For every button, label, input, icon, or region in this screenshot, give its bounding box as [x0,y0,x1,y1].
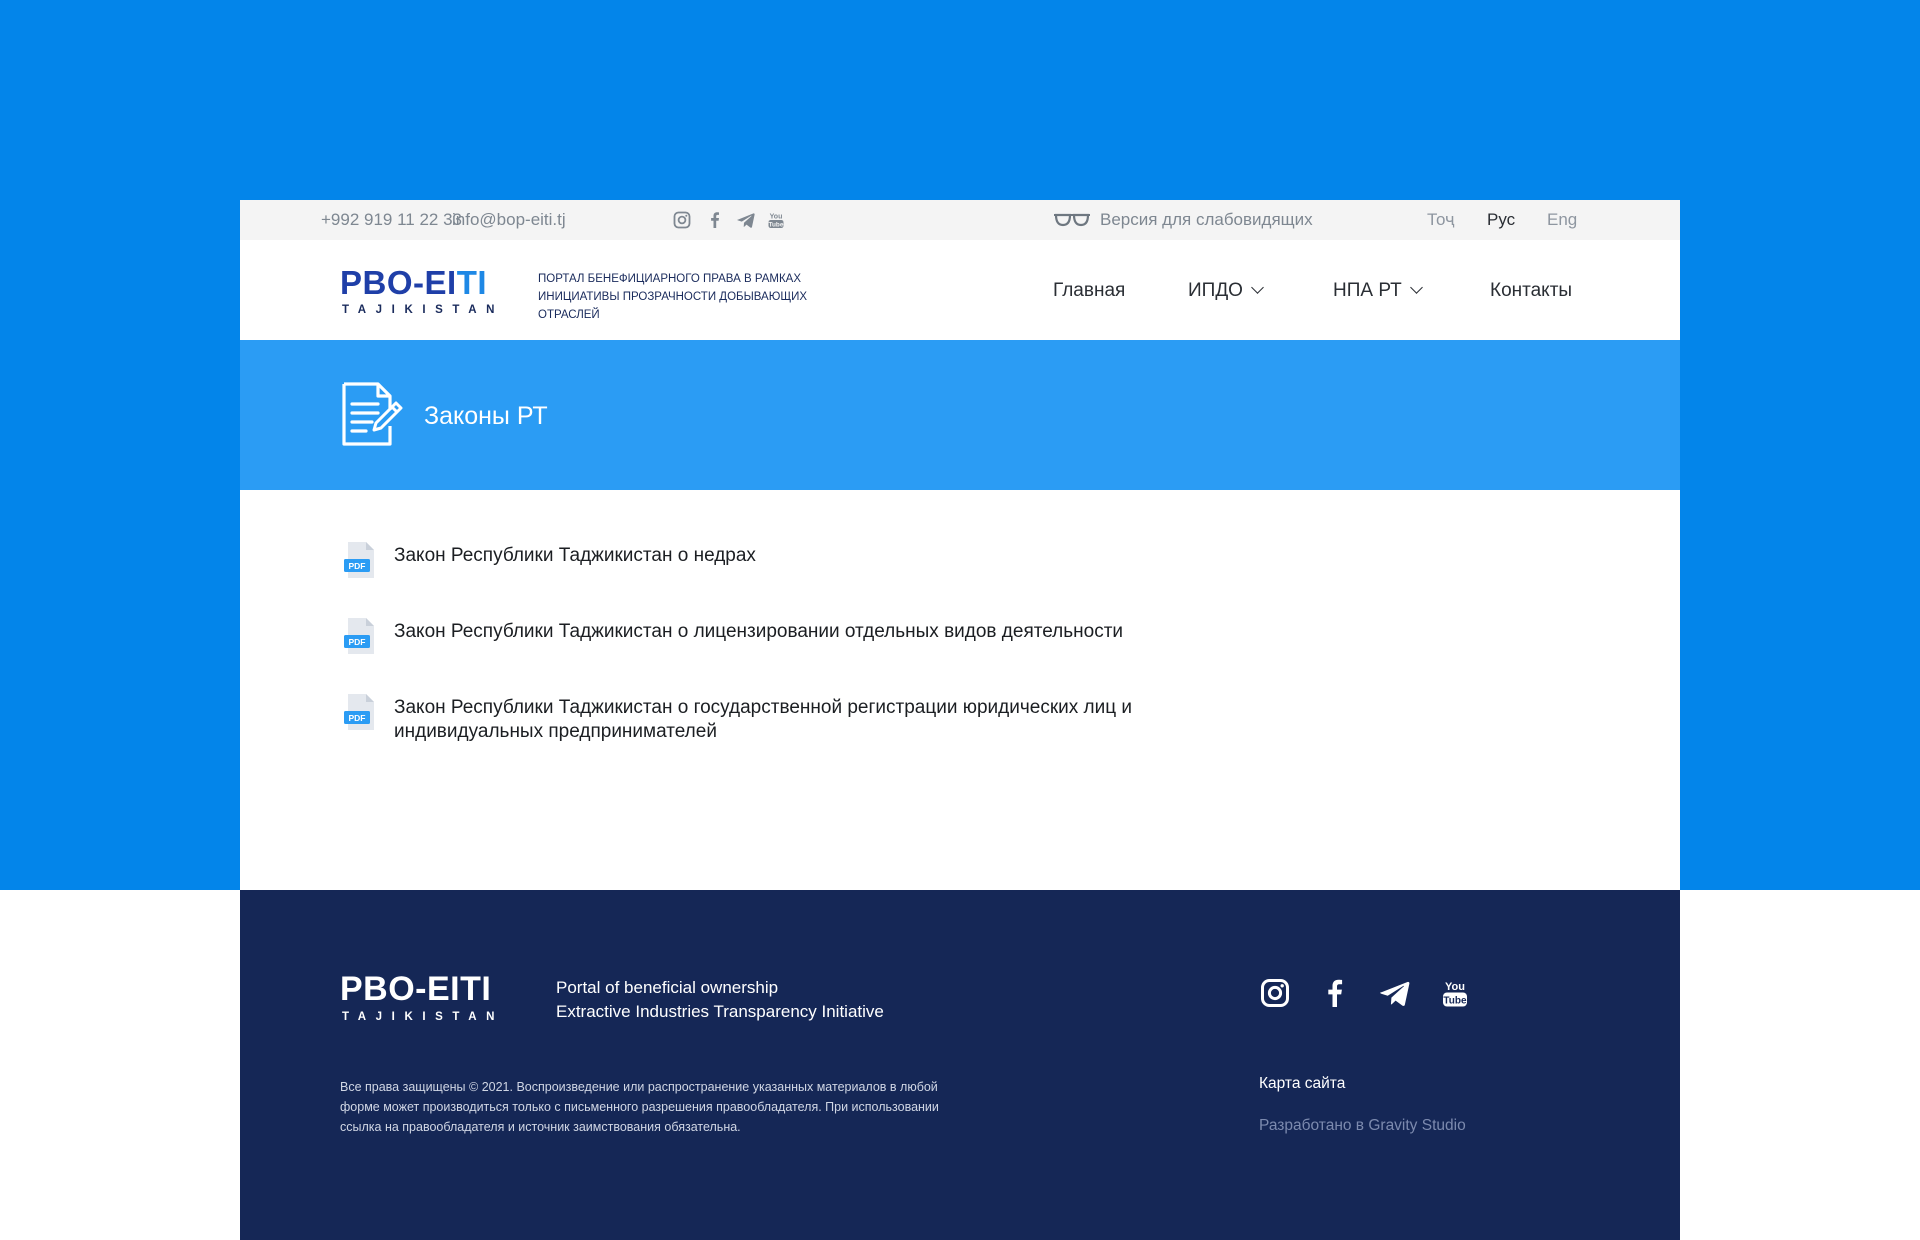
document-title: Закон Республики Таджикистан о недрах [394,545,756,566]
chevron-down-icon [1251,281,1264,294]
footer-logo-subtitle: TAJIKISTAN [342,1011,505,1023]
accessibility-version-link[interactable]: Версия для слабовидящих [1100,211,1313,229]
site-page: +992 919 11 22 33 info@bop-eiti.tj You T… [240,200,1680,1240]
developer-link[interactable]: Разработано в Gravity Studio [1259,1117,1466,1135]
list-item[interactable]: PDF Закон Республики Таджикистан о госуд… [340,692,1240,744]
site-tagline: Портал бенефициарного права в рамках ини… [538,273,808,321]
nav-label: НПА РТ [1333,280,1402,301]
footer-tagline-line: Extractive Industries Transparency Initi… [556,1002,884,1021]
svg-text:Tube: Tube [1443,996,1467,1007]
page-banner: Законы РТ [240,340,1680,490]
pdf-file-icon: PDF [344,694,374,730]
youtube-icon[interactable]: You Tube [767,211,785,229]
logo-subtitle: TAJIKISTAN [342,304,505,316]
document-edit-icon [342,382,403,446]
pdf-file-icon: PDF [344,542,374,578]
svg-text:You: You [770,214,783,221]
pdf-file-icon: PDF [344,618,374,654]
lang-tj[interactable]: Тоҷ [1427,211,1454,229]
facebook-icon[interactable] [706,211,724,229]
svg-text:PDF: PDF [349,713,366,723]
nav-home[interactable]: Главная [1053,280,1125,302]
copyright-text: Все права защищены © 2021. Воспроизведен… [340,1080,939,1134]
nav-label: Главная [1053,280,1126,301]
footer-tagline-line: Portal of beneficial ownership [556,978,779,997]
instagram-icon[interactable] [673,211,691,229]
instagram-icon[interactable] [1260,978,1290,1008]
logo-accent-text: TI [456,264,488,301]
svg-text:PDF: PDF [349,637,366,647]
nav-label: Контакты [1490,280,1573,301]
svg-text:Tube: Tube [769,222,784,229]
nav-label: ИПДО [1188,280,1243,301]
document-list: PDF Закон Республики Таджикистан о недра… [240,490,1680,890]
site-logo[interactable]: PBO-EITI [340,266,487,300]
svg-text:You: You [1445,981,1465,993]
list-item[interactable]: PDF Закон Республики Таджикистан о недра… [340,540,1240,580]
footer-tagline: Portal of beneficial ownership Extractiv… [556,976,884,1024]
document-title: Закон Республики Таджикистан о лицензиро… [394,621,1124,642]
site-header: PBO-EITI TAJIKISTAN Портал бенефициарног… [240,240,1680,340]
nav-contacts[interactable]: Контакты [1490,280,1572,302]
list-item[interactable]: PDF Закон Республики Таджикистан о лицен… [340,616,1240,656]
chevron-down-icon [1409,281,1423,294]
svg-text:PDF: PDF [349,561,366,571]
logo-text: PBO-EI [340,264,457,301]
lang-en[interactable]: Eng [1547,211,1577,229]
sitemap-link[interactable]: Карта сайта [1259,1075,1345,1093]
telegram-icon[interactable] [1380,978,1410,1008]
document-title: Закон Республики Таджикистан о государст… [394,697,1133,742]
glasses-icon [1054,213,1090,227]
footer-logo[interactable]: PBO-EITI [340,971,491,1007]
lang-ru[interactable]: Рус [1487,211,1515,229]
telegram-icon[interactable] [737,211,755,229]
youtube-icon[interactable]: You Tube [1440,978,1470,1008]
nav-eiti[interactable]: ИПДО [1188,280,1264,302]
site-footer: PBO-EITI TAJIKISTAN Portal of beneficial… [240,890,1680,1240]
top-bar: +992 919 11 22 33 info@bop-eiti.tj You T… [240,200,1680,240]
facebook-icon[interactable] [1320,978,1350,1008]
phone-link[interactable]: +992 919 11 22 33 [321,211,462,229]
nav-legal-acts[interactable]: НПА РТ [1333,280,1423,302]
email-link[interactable]: info@bop-eiti.tj [452,211,566,229]
page-title: Законы РТ [424,402,548,430]
